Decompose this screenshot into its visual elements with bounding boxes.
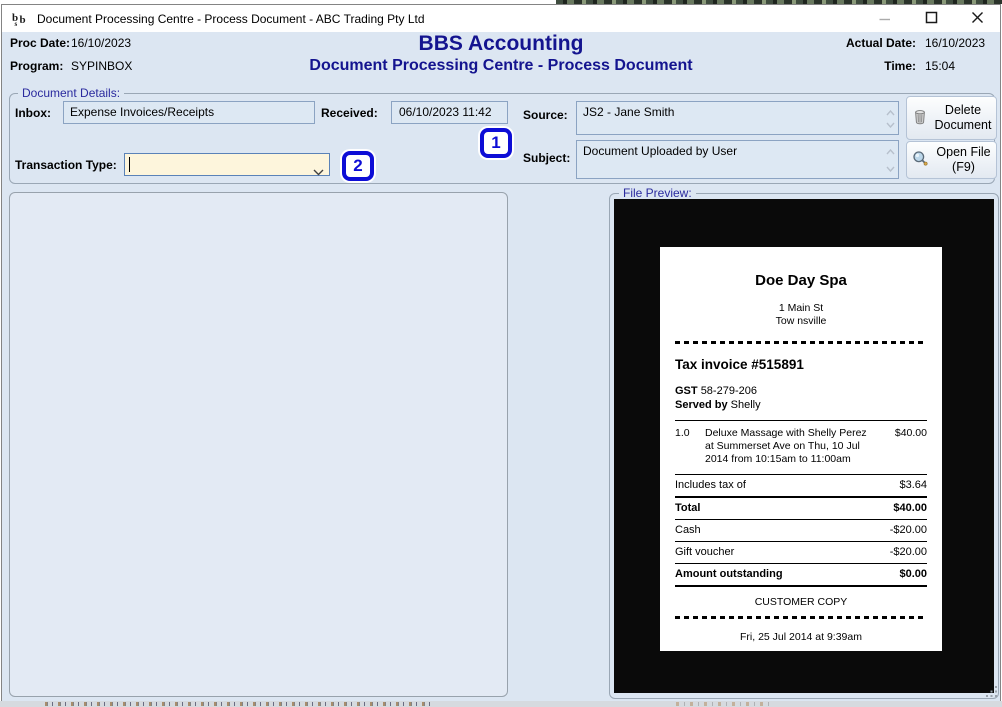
window-title: Document Processing Centre - Process Doc…: [37, 12, 425, 26]
receipt-dashed-divider: [675, 341, 927, 344]
callout-2-badge: 2: [342, 151, 374, 181]
close-icon: [971, 11, 984, 27]
source-scroll-down-icon[interactable]: [886, 117, 895, 131]
receipt-preview: Doe Day Spa 1 Main St Tow nsville Tax in…: [660, 247, 942, 651]
subject-scroll-up-icon[interactable]: [886, 144, 895, 158]
receipt-meta: GST 58-279-206 Served by Shelly: [675, 384, 927, 412]
receipt-printed-date: Fri, 25 Jul 2014 at 9:39am: [675, 619, 927, 643]
chevron-down-icon[interactable]: [313, 162, 324, 183]
item-price: $40.00: [881, 427, 927, 466]
desktop-sliver-noise: [45, 702, 430, 706]
subject-label: Subject:: [523, 151, 570, 165]
time-value: 15:04: [925, 59, 993, 73]
source-value: JS2 - Jane Smith: [583, 105, 674, 119]
open-file-button-label: Open File (F9): [936, 145, 990, 175]
app-window: b s b Document Processing Centre - Proce…: [1, 4, 1001, 702]
window-controls: [862, 5, 1000, 32]
maximize-button[interactable]: [908, 5, 954, 32]
actual-date-label: Actual Date:: [846, 36, 916, 50]
open-file-button[interactable]: Open File (F9): [906, 141, 997, 179]
inbox-field[interactable]: Expense Invoices/Receipts: [63, 101, 315, 124]
delete-button-label: Delete Document: [935, 103, 992, 133]
minimize-button[interactable]: [862, 5, 908, 32]
maximize-icon: [925, 11, 938, 27]
subject-field[interactable]: Document Uploaded by User: [576, 140, 899, 179]
receipt-gift-voucher-row: Gift voucher-$20.00: [675, 541, 927, 563]
document-details-legend: Document Details:: [18, 86, 124, 100]
inbox-label: Inbox:: [15, 106, 51, 120]
delete-document-button[interactable]: Delete Document: [906, 96, 997, 140]
receipt-gst-line: GST 58-279-206: [675, 384, 927, 398]
receipt-address: 1 Main St Tow nsville: [675, 302, 927, 328]
receipt-invoice-number: Tax invoice #515891: [675, 357, 927, 372]
source-label: Source:: [523, 108, 568, 122]
receipt-total-row: Total$40.00: [675, 496, 927, 519]
transaction-type-combobox[interactable]: [124, 153, 330, 176]
receipt-tax-row: Includes tax of$3.64: [675, 474, 927, 496]
receipt-store-name: Doe Day Spa: [675, 247, 927, 289]
receipt-outstanding-row: Amount outstanding$0.00: [675, 563, 927, 585]
time-label: Time:: [846, 59, 916, 73]
receipt-customer-copy: CUSTOMER COPY: [675, 587, 927, 616]
callout-1-badge: 1: [480, 128, 512, 158]
svg-text:b: b: [20, 14, 26, 26]
screen: b s b Document Processing Centre - Proce…: [0, 0, 1002, 707]
document-workspace-panel: [9, 192, 508, 697]
transaction-type-label: Transaction Type:: [15, 158, 117, 172]
minimize-icon: [879, 11, 891, 26]
titlebar: b s b Document Processing Centre - Proce…: [2, 5, 1000, 32]
source-field[interactable]: JS2 - Jane Smith: [576, 101, 899, 135]
app-icon: b s b: [11, 10, 29, 28]
actual-date-value: 16/10/2023: [925, 36, 993, 50]
magnifier-icon: [912, 150, 929, 170]
file-preview-legend: File Preview:: [619, 186, 696, 200]
item-qty: 1.0: [675, 427, 705, 466]
received-label: Received:: [321, 106, 378, 120]
receipt-cash-row: Cash-$20.00: [675, 519, 927, 541]
close-button[interactable]: [954, 5, 1000, 32]
subject-value: Document Uploaded by User: [583, 144, 737, 158]
received-field[interactable]: 06/10/2023 11:42: [391, 101, 508, 124]
item-description: Deluxe Massage with Shelly Perez at Summ…: [705, 427, 881, 466]
trash-icon: [912, 109, 928, 128]
actual-date-block: Actual Date: 16/10/2023 Time: 15:04: [846, 36, 993, 73]
text-caret: [129, 157, 130, 172]
receipt-item-row: 1.0 Deluxe Massage with Shelly Perez at …: [675, 421, 927, 474]
receipt-served-line: Served by Shelly: [675, 398, 927, 412]
svg-text:s: s: [15, 20, 18, 28]
desktop-sliver-noise-2: [676, 702, 771, 706]
subject-scroll-down-icon[interactable]: [886, 161, 895, 175]
